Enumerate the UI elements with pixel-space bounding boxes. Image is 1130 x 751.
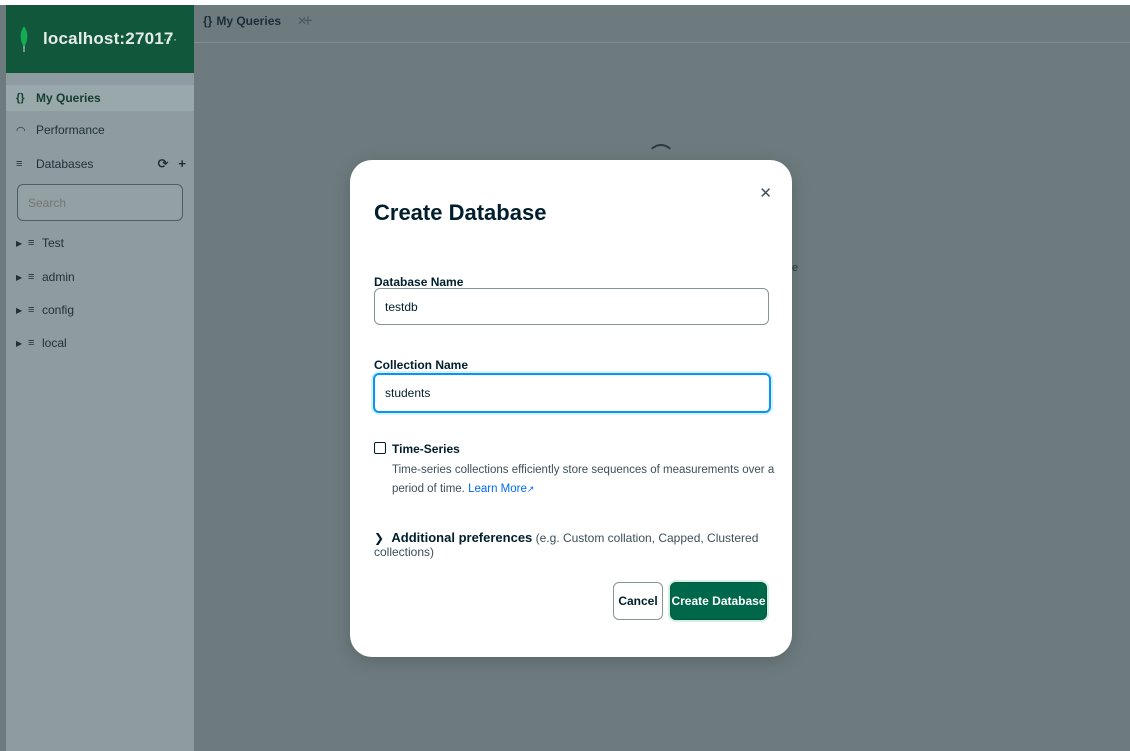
sidebar-item-databases[interactable]: ≡ Databases ⟳ + bbox=[6, 151, 194, 177]
database-icon: ≡ bbox=[28, 237, 35, 249]
chevron-right-icon: ❯ bbox=[374, 531, 385, 545]
database-icon: ≡ bbox=[28, 304, 35, 316]
caret-right-icon[interactable]: ▶ bbox=[16, 306, 28, 315]
tab-my-queries[interactable]: {} My Queries ✕ bbox=[203, 14, 307, 28]
mongodb-leaf-icon bbox=[20, 26, 28, 52]
database-icon: ≡ bbox=[28, 271, 35, 283]
database-item-config[interactable]: ▶ ≡ config bbox=[6, 299, 194, 321]
tab-divider bbox=[194, 42, 1130, 43]
additional-preferences-toggle[interactable]: ❯ Additional preferences (e.g. Custom co… bbox=[374, 530, 792, 559]
sidebar-item-label: Performance bbox=[36, 123, 105, 137]
connection-header[interactable]: localhost:27017 ··· bbox=[6, 5, 194, 73]
gauge-icon: ◠ bbox=[16, 124, 26, 137]
connection-more-icon[interactable]: ··· bbox=[163, 32, 178, 46]
caret-right-icon[interactable]: ▶ bbox=[16, 273, 28, 282]
create-database-modal: ✕ Create Database Database Name Collecti… bbox=[350, 160, 792, 657]
cancel-button[interactable]: Cancel bbox=[613, 582, 663, 620]
external-link-icon: ↗ bbox=[526, 484, 535, 494]
add-tab-icon[interactable]: + bbox=[303, 11, 313, 31]
add-database-icon[interactable]: + bbox=[178, 156, 186, 172]
time-series-description: Time-series collections efficiently stor… bbox=[392, 461, 777, 499]
sidebar-item-performance[interactable]: ◠ Performance bbox=[6, 117, 194, 143]
sidebar-item-label: My Queries bbox=[36, 91, 101, 105]
database-name-label: Database Name bbox=[374, 275, 464, 289]
caret-right-icon[interactable]: ▶ bbox=[16, 339, 28, 348]
create-database-button[interactable]: Create Database bbox=[670, 582, 767, 620]
database-name: Test bbox=[42, 236, 65, 250]
sidebar-item-my-queries[interactable]: {} My Queries bbox=[6, 85, 194, 111]
modal-title: Create Database bbox=[374, 200, 547, 225]
background-text-fragment: e bbox=[792, 262, 799, 274]
learn-more-link[interactable]: Learn More bbox=[468, 483, 527, 495]
collection-name-label: Collection Name bbox=[374, 358, 469, 372]
databases-actions: ⟳ + bbox=[158, 156, 187, 172]
sidebar: localhost:27017 ··· {} My Queries ◠ Perf… bbox=[6, 5, 194, 751]
search-input[interactable] bbox=[17, 184, 183, 221]
tab-label: My Queries bbox=[216, 14, 282, 28]
time-series-checkbox[interactable] bbox=[374, 442, 386, 454]
database-icon: ≡ bbox=[16, 158, 23, 170]
database-icon: ≡ bbox=[28, 337, 35, 349]
collection-name-field[interactable] bbox=[373, 373, 771, 413]
time-series-label: Time-Series bbox=[392, 442, 460, 456]
database-name: local bbox=[42, 336, 67, 350]
braces-icon: {} bbox=[16, 92, 25, 104]
caret-right-icon[interactable]: ▶ bbox=[16, 239, 28, 248]
database-name-field[interactable] bbox=[374, 288, 769, 325]
close-icon[interactable]: ✕ bbox=[759, 184, 772, 202]
refresh-icon[interactable]: ⟳ bbox=[158, 156, 169, 172]
additional-preferences-title: Additional preferences bbox=[391, 530, 533, 545]
sidebar-item-label: Databases bbox=[36, 157, 94, 171]
database-item-admin[interactable]: ▶ ≡ admin bbox=[6, 266, 194, 288]
database-item-test[interactable]: ▶ ≡ Test bbox=[6, 232, 194, 254]
database-name: config bbox=[42, 303, 75, 317]
database-name: admin bbox=[42, 270, 75, 284]
database-item-local[interactable]: ▶ ≡ local bbox=[6, 332, 194, 354]
time-series-description-text: Time-series collections efficiently stor… bbox=[392, 464, 775, 495]
braces-icon: {} bbox=[203, 14, 213, 28]
connection-name: localhost:27017 bbox=[43, 29, 174, 48]
